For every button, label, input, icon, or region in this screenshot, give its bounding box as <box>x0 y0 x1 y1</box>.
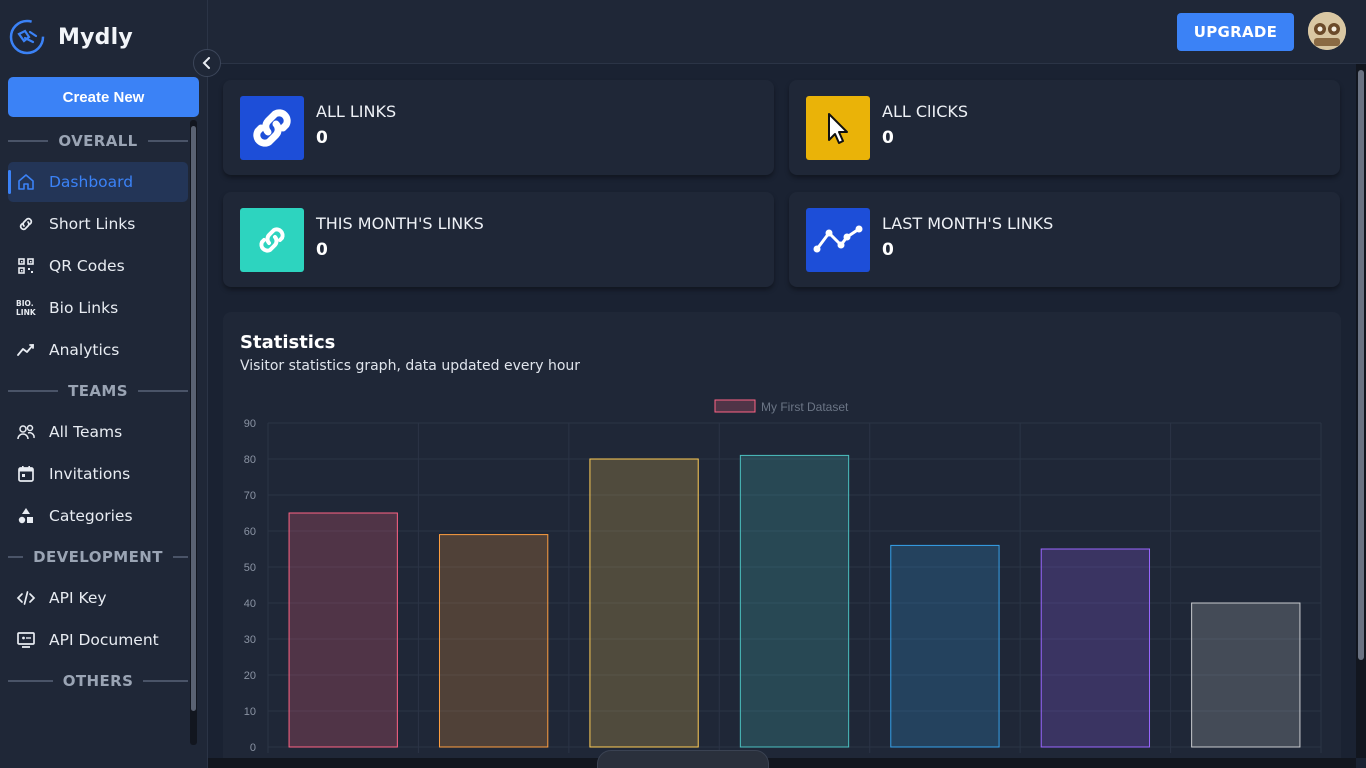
y-tick-label: 30 <box>244 634 256 646</box>
y-tick-label: 60 <box>244 526 256 538</box>
sidebar-item-api-key[interactable]: API Key <box>8 578 188 618</box>
trend-icon <box>16 340 36 360</box>
card-value: 0 <box>882 128 894 148</box>
this-month-links-card: THIS MONTH'S LINKS 0 <box>223 192 774 287</box>
sidebar-item-short-links[interactable]: Short Links <box>8 204 188 244</box>
sidebar-item-label: Invitations <box>49 465 131 483</box>
nav-section-title: DEVELOPMENT <box>33 548 163 566</box>
brand[interactable]: Mydly <box>8 18 133 56</box>
chart-bar <box>1191 602 1301 748</box>
y-tick-label: 50 <box>244 562 256 574</box>
nav-section-title: OVERALL <box>58 132 138 150</box>
card-label: THIS MONTH'S LINKS <box>316 214 484 233</box>
monitor-icon <box>16 630 36 650</box>
sidebar-item-label: Categories <box>49 507 133 525</box>
chart-bar <box>589 458 699 748</box>
y-tick-label: 0 <box>250 742 256 754</box>
nav-section-title: OTHERS <box>62 672 134 690</box>
sidebar-item-all-teams[interactable]: All Teams <box>8 412 188 452</box>
y-tick-label: 10 <box>244 706 256 718</box>
card-value: 0 <box>882 240 894 260</box>
legend-label: My First Dataset <box>761 400 849 414</box>
sidebar-item-invitations[interactable]: Invitations <box>8 454 188 494</box>
y-tick-label: 80 <box>244 454 256 466</box>
card-badge <box>806 96 870 160</box>
cursor-icon <box>828 113 848 144</box>
chart-bar <box>890 544 1000 748</box>
sidebar-item-analytics[interactable]: Analytics <box>8 330 188 370</box>
chart-bar <box>739 454 850 748</box>
card-badge <box>806 208 870 272</box>
code-icon <box>16 588 36 608</box>
sidebar-item-label: API Key <box>49 589 107 607</box>
card-label: ALL LINKS <box>316 102 397 121</box>
nav-section-teams: TEAMS <box>8 372 188 410</box>
all-clicks-card: ALL ClICKS 0 <box>789 80 1340 175</box>
sidebar-item-qr-codes[interactable]: QR Codes <box>8 246 188 286</box>
sidebar-item-categories[interactable]: Categories <box>8 496 188 536</box>
sidebar-item-bio-links[interactable]: BIO. LINK Bio Links <box>8 288 188 328</box>
svg-text:BIO.: BIO. <box>16 299 34 308</box>
sidebar-item-dashboard[interactable]: Dashboard <box>8 162 188 202</box>
link-icon <box>16 214 36 234</box>
sidebar-item-label: API Document <box>49 631 159 649</box>
nav-section-development: DEVELOPMENT <box>8 538 188 576</box>
card-label: LAST MONTH'S LINKS <box>882 214 1054 233</box>
card-badge <box>240 208 304 272</box>
card-value: 0 <box>316 240 328 260</box>
all-links-card: ALL LINKS 0 <box>223 80 774 175</box>
chart-bar <box>288 512 398 748</box>
nav-section-others: OTHERS <box>8 662 188 700</box>
app-name: Mydly <box>58 24 133 50</box>
nav-section-overall: OVERALL <box>8 122 188 160</box>
link-icon <box>253 109 291 147</box>
sidebar-item-label: QR Codes <box>49 257 125 275</box>
nav-section-title: TEAMS <box>68 382 128 400</box>
sidebar-item-label: All Teams <box>49 423 123 441</box>
logo-icon <box>9 19 45 55</box>
y-tick-label: 20 <box>244 670 256 682</box>
statistics-panel: Statistics Visitor statistics graph, dat… <box>223 312 1341 768</box>
y-tick-label: 70 <box>244 490 256 502</box>
sidebar-nav: OVERALL Dashboard Short Links QR Codes BIO. L… <box>8 122 188 700</box>
main-scroll-thumb[interactable] <box>1358 70 1364 660</box>
bio-link-icon: BIO. LINK <box>16 298 36 318</box>
collapse-sidebar-button[interactable] <box>193 49 221 77</box>
horizontal-scrollbar[interactable] <box>208 758 1356 768</box>
statistics-chart: 0 10 20 30 40 50 60 70 80 90 My First Dataset <box>244 399 1322 754</box>
chart-bar <box>438 534 549 748</box>
sidebar-item-label: Short Links <box>49 215 136 233</box>
sidebar-item-label: Dashboard <box>49 173 134 191</box>
create-new-button[interactable]: Create New <box>8 77 199 117</box>
sidebar-item-label: Analytics <box>49 341 120 359</box>
main-scrollbar[interactable] <box>1356 64 1366 758</box>
home-icon <box>16 172 36 192</box>
calendar-icon <box>16 464 36 484</box>
upgrade-button[interactable]: UPGRADE <box>1177 13 1294 51</box>
card-badge <box>240 96 304 160</box>
users-icon <box>16 422 36 442</box>
sidebar-scroll-thumb[interactable] <box>191 126 196 711</box>
svg-text:LINK: LINK <box>16 308 36 317</box>
card-value: 0 <box>316 128 328 148</box>
bottom-dock[interactable] <box>597 750 769 768</box>
y-tick-label: 40 <box>244 598 256 610</box>
topbar: UPGRADE <box>208 0 1366 64</box>
card-label: ALL ClICKS <box>882 102 969 121</box>
shapes-icon <box>16 506 36 526</box>
sidebar-item-api-document[interactable]: API Document <box>8 620 188 660</box>
sidebar: Mydly Create New OVERALL Dashboard Short L… <box>0 0 208 768</box>
trend-icon <box>813 225 863 253</box>
link-icon <box>259 227 285 253</box>
y-tick-label: 90 <box>244 418 256 430</box>
legend-swatch <box>714 399 756 413</box>
chart-bar <box>1040 548 1151 748</box>
sidebar-scrollbar[interactable] <box>190 120 197 745</box>
avatar[interactable] <box>1308 12 1346 50</box>
last-month-links-card: LAST MONTH'S LINKS 0 <box>789 192 1340 287</box>
chevron-left-icon <box>202 57 210 69</box>
qr-code-icon <box>16 256 36 276</box>
sidebar-item-label: Bio Links <box>49 299 119 317</box>
avatar-image <box>1308 12 1346 50</box>
